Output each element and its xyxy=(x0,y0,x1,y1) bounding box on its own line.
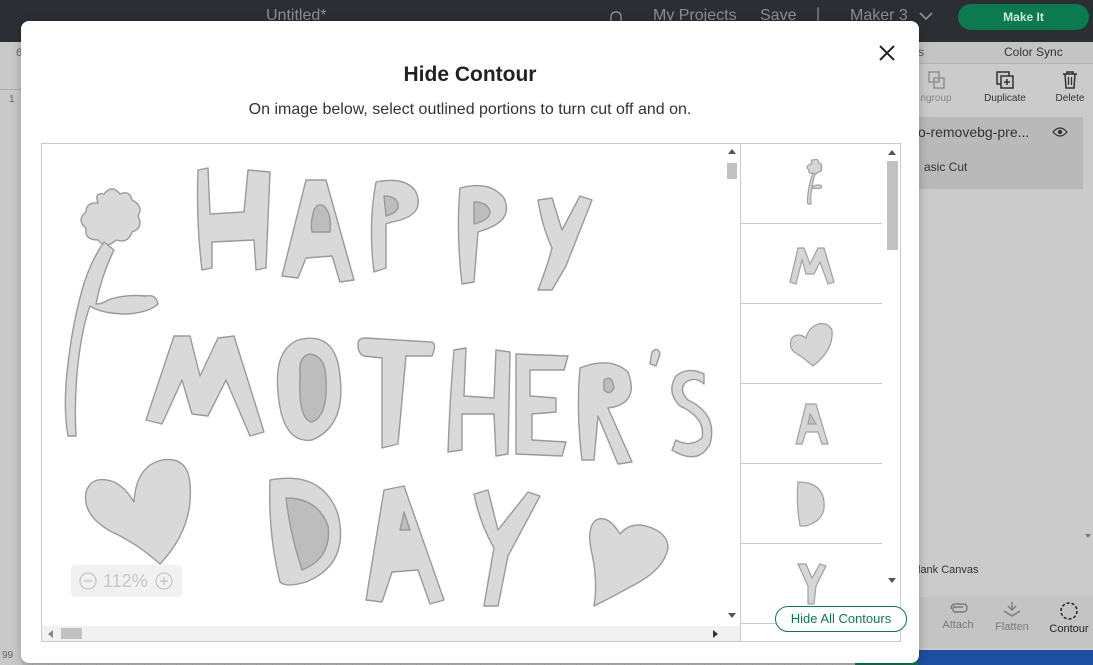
layer-operation: asic Cut xyxy=(924,160,968,174)
close-icon[interactable] xyxy=(876,42,898,64)
flatten-icon xyxy=(1003,602,1021,617)
contour-button[interactable]: Contour xyxy=(1043,601,1093,635)
scroll-up-icon[interactable] xyxy=(888,150,896,156)
blank-canvas-label[interactable]: lank Canvas xyxy=(918,564,979,576)
scrollbar-corner xyxy=(724,626,740,641)
contour-canvas[interactable]: 112% xyxy=(42,144,740,641)
flatten-button[interactable]: Flatten xyxy=(986,601,1038,633)
heart-icon xyxy=(789,323,833,367)
letter-E-contour xyxy=(515,353,569,457)
thumbnail-scrollbar[interactable] xyxy=(884,144,900,591)
flower-icon xyxy=(806,158,823,205)
left-ruler: 1 xyxy=(0,90,22,665)
happy-mothers-day-artwork[interactable] xyxy=(42,144,724,626)
heart-right-contour xyxy=(589,517,669,607)
letter-R-contour xyxy=(577,362,633,465)
letter-a-icon xyxy=(795,403,829,445)
thumbnail-heart[interactable] xyxy=(741,304,882,384)
scroll-down-icon[interactable] xyxy=(888,577,896,583)
delete-label: Delete xyxy=(1055,93,1085,104)
attach-button[interactable]: Attach xyxy=(932,601,984,631)
dialog-instructions: On image below, select outlined portions… xyxy=(248,101,692,118)
zoom-control: 112% xyxy=(71,565,182,597)
duplicate-icon xyxy=(996,71,1014,89)
canvas-vertical-scrollbar[interactable] xyxy=(724,144,740,626)
flower-head-contour xyxy=(80,188,141,246)
layer-name: o-removebg-pre... xyxy=(918,124,1030,140)
letter-d-icon xyxy=(796,481,825,527)
contour-label: Contour xyxy=(1049,623,1089,635)
flower-stem-contour xyxy=(64,241,159,437)
scroll-up-icon[interactable] xyxy=(728,149,736,155)
letter-T-contour xyxy=(357,337,436,449)
zoom-in-icon[interactable] xyxy=(155,572,173,590)
chevron-down-icon[interactable] xyxy=(918,8,934,24)
letter-H2-contour xyxy=(447,347,511,457)
zoom-out-icon[interactable] xyxy=(79,572,97,590)
ungroup-label: ngroup xyxy=(920,93,952,104)
panel-scroll-down-icon[interactable] xyxy=(1085,533,1091,539)
dialog-title: Hide Contour xyxy=(403,63,537,86)
thumbnail-flower[interactable] xyxy=(741,144,882,224)
tab-color-sync[interactable]: Color Sync xyxy=(1004,45,1063,59)
letter-A2-contour xyxy=(365,485,445,605)
heart-left-contour xyxy=(84,458,192,565)
letter-H-contour xyxy=(196,167,271,271)
letter-M-contour xyxy=(145,335,265,437)
hide-all-contours-button[interactable]: Hide All Contours xyxy=(775,606,907,632)
thumbnail-letter-m[interactable] xyxy=(741,224,882,304)
ruler-tick-label: 1 xyxy=(9,94,15,105)
letter-Y-contour xyxy=(537,195,593,291)
flatten-label: Flatten xyxy=(995,621,1029,633)
scroll-thumb[interactable] xyxy=(727,163,737,179)
layers-panel: s Color Sync ngroup Duplicate Delete o-r… xyxy=(918,42,1093,665)
letter-P2-contour xyxy=(457,184,508,285)
duplicate-label: Duplicate xyxy=(984,93,1026,104)
scroll-right-icon[interactable] xyxy=(712,630,718,638)
zoom-level: 112% xyxy=(103,571,148,591)
letter-P1-contour xyxy=(370,179,419,273)
layer-item[interactable]: o-removebg-pre... asic Cut xyxy=(918,117,1083,189)
ungroup-icon xyxy=(928,71,945,89)
thumbnail-letter-d[interactable] xyxy=(741,464,882,544)
make-it-button[interactable]: Make It xyxy=(958,4,1089,30)
letter-O-hole xyxy=(299,353,327,423)
contour-icon xyxy=(1060,602,1078,620)
letter-Y2-contour xyxy=(473,489,541,607)
delete-button[interactable]: Delete xyxy=(1040,70,1093,104)
eye-icon[interactable] xyxy=(1052,126,1068,138)
paperclip-icon xyxy=(950,603,968,613)
contour-preview: 112% Hide All Contours xyxy=(41,143,907,642)
hide-contour-dialog: Hide Contour On image below, select outl… xyxy=(21,21,919,663)
trash-icon xyxy=(1063,71,1077,89)
duplicate-button[interactable]: Duplicate xyxy=(975,70,1035,104)
letter-m-icon xyxy=(789,247,835,285)
contour-thumbnail-list xyxy=(740,144,882,641)
scroll-down-icon[interactable] xyxy=(728,612,736,618)
apostrophe-contour xyxy=(649,348,661,367)
scroll-thumb[interactable] xyxy=(61,628,82,639)
layers-tabs: s Color Sync xyxy=(918,42,1093,64)
scroll-left-icon[interactable] xyxy=(48,630,54,638)
letter-y-icon xyxy=(797,563,827,605)
thumbnail-letter-a[interactable] xyxy=(741,384,882,464)
attach-label: Attach xyxy=(942,619,974,631)
ruler-fragment-bottom: 99 xyxy=(2,650,14,661)
scroll-thumb[interactable] xyxy=(887,161,898,250)
layer-actions-bar: Attach Flatten Contour xyxy=(918,597,1093,648)
canvas-horizontal-scrollbar[interactable] xyxy=(42,626,724,641)
letter-S-contour xyxy=(671,369,713,458)
